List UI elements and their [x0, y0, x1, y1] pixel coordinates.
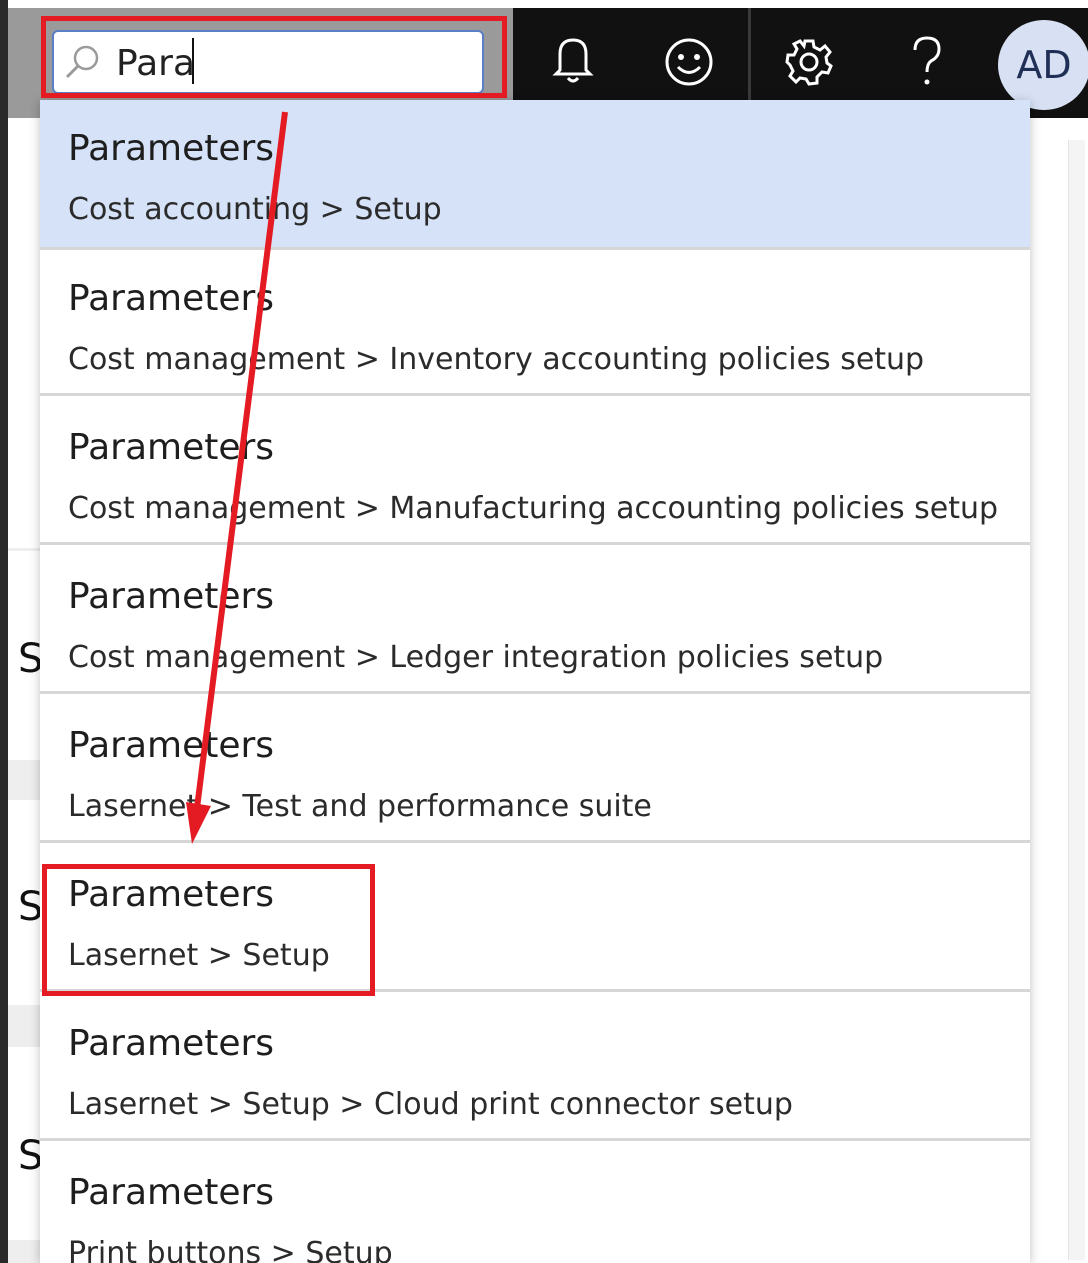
- suggestion-item[interactable]: Parameters Lasernet > Setup > Cloud prin…: [40, 995, 1030, 1141]
- toolbar-divider: [748, 8, 751, 100]
- suggestion-title: Parameters: [68, 725, 275, 766]
- selected-result-highlight-box: [42, 864, 375, 996]
- suggestion-item[interactable]: Parameters Cost management > Ledger inte…: [40, 548, 1030, 694]
- suggestion-path: Lasernet > Test and performance suite: [68, 789, 652, 824]
- suggestion-path: Cost management > Manufacturing accounti…: [68, 491, 999, 526]
- window-left-edge: [0, 0, 8, 1263]
- suggestion-title: Parameters: [68, 576, 275, 617]
- suggestion-path: Cost management > Ledger integration pol…: [68, 640, 884, 675]
- page-scrollbar[interactable]: [1068, 140, 1085, 1260]
- gear-icon[interactable]: [780, 30, 838, 92]
- search-suggestions-dropdown: Parameters Cost accounting > Setup Param…: [40, 100, 1030, 1263]
- bell-icon[interactable]: [544, 30, 602, 92]
- suggestion-path: Cost management > Inventory accounting p…: [68, 342, 925, 377]
- suggestion-path: Print buttons > Setup: [68, 1236, 393, 1263]
- suggestion-item[interactable]: Parameters Cost management > Inventory a…: [40, 250, 1030, 396]
- suggestion-title: Parameters: [68, 1023, 275, 1064]
- suggestion-item[interactable]: Parameters Cost accounting > Setup: [40, 100, 1030, 250]
- search-highlight-box: [41, 16, 507, 98]
- suggestion-item[interactable]: Parameters Print buttons > Setup: [40, 1144, 1030, 1263]
- suggestion-item[interactable]: Parameters Cost management > Manufacturi…: [40, 399, 1030, 545]
- suggestion-title: Parameters: [68, 427, 275, 468]
- suggestion-title: Parameters: [68, 1172, 275, 1213]
- suggestion-title: Parameters: [68, 278, 275, 319]
- suggestion-item[interactable]: Parameters Lasernet > Test and performan…: [40, 697, 1030, 843]
- question-icon[interactable]: [898, 30, 956, 92]
- smiley-icon[interactable]: [660, 30, 718, 92]
- suggestion-title: Parameters: [68, 128, 275, 169]
- suggestion-path: Lasernet > Setup > Cloud print connector…: [68, 1087, 793, 1122]
- avatar[interactable]: AD: [998, 20, 1088, 110]
- suggestion-path: Cost accounting > Setup: [68, 192, 442, 227]
